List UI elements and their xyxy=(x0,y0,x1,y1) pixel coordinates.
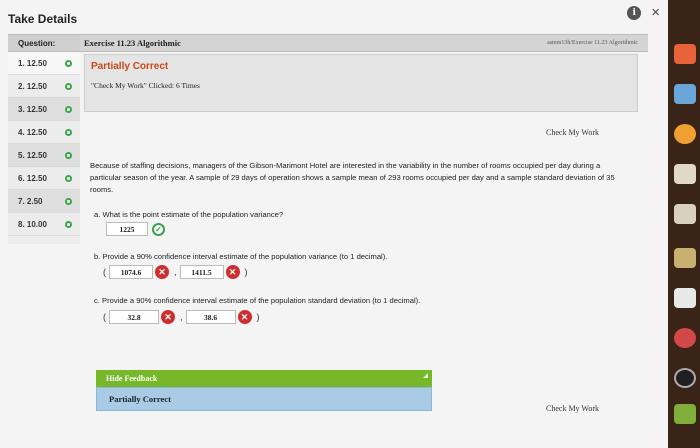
question-item-2[interactable]: 2. 12.50 xyxy=(8,75,80,98)
status-title: Partially Correct xyxy=(91,61,169,72)
part-c-answer-row: ( 32.8 ✕ , 38.6 ✕ ) xyxy=(100,310,263,324)
app-icon[interactable] xyxy=(674,44,696,64)
status-circle-icon xyxy=(65,220,72,228)
window-title: Take Details xyxy=(8,12,78,26)
question-score: 1. 12.50 xyxy=(18,58,47,68)
incorrect-x-icon: ✕ xyxy=(155,265,169,279)
exercise-title: Exercise 11.23 Algorithmic xyxy=(84,38,181,48)
resize-corner-icon xyxy=(423,373,428,378)
check-my-work-link-bottom[interactable]: Check My Work xyxy=(546,404,599,413)
comma: , xyxy=(174,267,177,277)
app-icon[interactable] xyxy=(674,248,696,268)
question-header: Question: xyxy=(8,34,80,52)
part-a-answer-row: 1225 ✓ xyxy=(106,222,165,236)
close-paren: ) xyxy=(256,312,260,322)
part-b-answer-row: ( 1074.6 ✕ , 1411.5 ✕ ) xyxy=(100,265,251,279)
open-paren: ( xyxy=(103,312,106,322)
comma: , xyxy=(180,312,183,322)
question-item-3[interactable]: 3. 12.50 xyxy=(8,98,80,121)
question-text: Because of staffing decisions, managers … xyxy=(90,161,615,194)
exercise-header: Exercise 11.23 Algorithmic asmm13h/Exerc… xyxy=(80,34,648,52)
close-icon[interactable]: × xyxy=(651,5,660,20)
status-circle-icon xyxy=(65,197,72,205)
desktop-dock xyxy=(668,0,700,448)
question-score: 2. 12.50 xyxy=(18,81,47,91)
part-b-upper-input[interactable]: 1411.5 xyxy=(179,265,224,279)
question-item-5[interactable]: 5. 12.50 xyxy=(8,144,80,167)
question-score: 6. 12.50 xyxy=(18,173,47,183)
check-icon: ✓ xyxy=(152,222,165,236)
question-score: 7. 2.50 xyxy=(18,196,43,206)
status-panel: Partially Correct "Check My Work" Clicke… xyxy=(84,54,638,112)
incorrect-x-icon: ✕ xyxy=(237,310,252,324)
app-icon[interactable] xyxy=(674,288,696,308)
check-my-work-link-top[interactable]: Check My Work xyxy=(546,128,599,137)
part-b-prompt: b. Provide a 90% confidence interval est… xyxy=(94,252,388,261)
part-a-prompt: a. What is the point estimate of the pop… xyxy=(94,210,284,219)
question-item-8[interactable]: 8. 10.00 xyxy=(8,213,80,236)
status-circle-icon xyxy=(65,128,72,136)
app-icon[interactable] xyxy=(674,328,696,348)
question-item-6[interactable]: 6. 12.50 xyxy=(8,167,80,190)
incorrect-x-icon: ✕ xyxy=(161,310,175,324)
part-a-answer-input[interactable]: 1225 xyxy=(106,222,148,236)
part-b-lower-input[interactable]: 1074.6 xyxy=(109,265,153,279)
app-icon[interactable] xyxy=(674,84,696,104)
question-score: 5. 12.50 xyxy=(18,150,47,160)
app-icon[interactable] xyxy=(674,368,696,388)
question-sidebar: Question: 1. 12.50 2. 12.50 3. 12.50 4. … xyxy=(8,34,80,244)
open-paren: ( xyxy=(103,267,106,277)
question-item-7[interactable]: 7. 2.50 xyxy=(8,190,80,213)
feedback-panel: Partially Correct xyxy=(96,387,432,411)
app-icon[interactable] xyxy=(674,124,696,144)
question-item-4[interactable]: 4. 12.50 xyxy=(8,121,80,144)
part-c-prompt: c. Provide a 90% confidence interval est… xyxy=(94,296,421,305)
take-details-window: Take Details i × Question: 1. 12.50 2. 1… xyxy=(0,0,668,448)
close-paren: ) xyxy=(244,267,248,277)
app-icon[interactable] xyxy=(674,164,696,184)
hide-feedback-label: Hide Feedback xyxy=(106,374,158,383)
exercise-path: asmm13h/Exercise 11.23 Algorithmic xyxy=(547,40,638,46)
status-circle-icon xyxy=(65,59,72,67)
status-circle-icon xyxy=(65,174,72,182)
app-icon[interactable] xyxy=(674,204,696,224)
status-circle-icon xyxy=(65,151,72,159)
question-list: 1. 12.50 2. 12.50 3. 12.50 4. 12.50 5. 1… xyxy=(8,52,80,236)
info-icon[interactable]: i xyxy=(627,6,642,20)
part-c-lower-input[interactable]: 32.8 xyxy=(109,310,159,324)
question-score: 8. 10.00 xyxy=(18,219,47,229)
status-circle-icon xyxy=(65,105,72,113)
status-circle-icon xyxy=(65,82,72,90)
clicked-count: "Check My Work" Clicked: 6 Times xyxy=(91,81,200,90)
question-score: 4. 12.50 xyxy=(18,127,47,137)
feedback-status: Partially Correct xyxy=(109,394,171,404)
question-content: Exercise 11.23 Algorithmic asmm13h/Exerc… xyxy=(80,34,648,444)
hide-feedback-button[interactable]: Hide Feedback xyxy=(96,370,432,387)
question-item-1[interactable]: 1. 12.50 xyxy=(8,52,80,75)
part-c-upper-input[interactable]: 38.6 xyxy=(185,310,236,324)
question-score: 3. 12.50 xyxy=(18,104,47,114)
dictionary-app-icon[interactable] xyxy=(674,404,696,424)
incorrect-x-icon: ✕ xyxy=(225,265,240,279)
window-controls: i × xyxy=(627,5,660,20)
